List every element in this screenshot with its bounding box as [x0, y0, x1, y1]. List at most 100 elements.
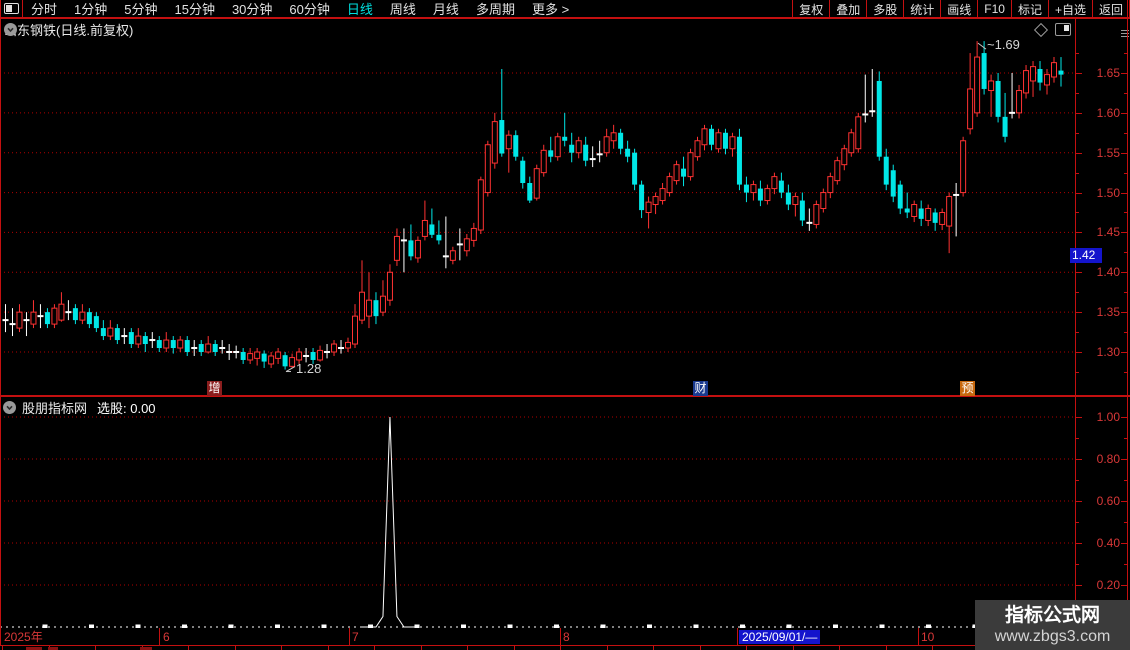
bottom-tick [95, 646, 96, 650]
toolbar-item-F10[interactable]: F10 [977, 0, 1011, 17]
divider [22, 0, 23, 17]
axis-minor-tick [1076, 371, 1079, 373]
toolbar-item-标记[interactable]: 标记 [1010, 0, 1048, 17]
axis-tick [1076, 417, 1082, 418]
axis-minor-tick [1076, 332, 1079, 334]
axis-minor-tick [1076, 564, 1079, 565]
bottom-tick [699, 646, 701, 650]
bottom-tick [653, 646, 654, 650]
bottom-tick [374, 646, 375, 650]
event-marker-预[interactable]: 预 [960, 381, 975, 396]
time-axis-divider [737, 628, 738, 645]
menu-item-30分钟[interactable]: 30分钟 [232, 0, 272, 18]
toolbar-item-复权[interactable]: 复权 [792, 0, 829, 17]
price-axis-label: 1.30 [1096, 344, 1120, 359]
event-marker-财[interactable]: 财 [693, 381, 708, 396]
axis-minor-tick [1076, 53, 1079, 55]
bottom-tick [746, 646, 747, 650]
bottom-tick [839, 646, 840, 650]
split-view-icon[interactable] [1055, 23, 1071, 36]
menu-item-月线[interactable]: 月线 [433, 0, 459, 18]
price-axis-label: 1.60 [1096, 105, 1120, 120]
axis-minor-tick [1076, 480, 1079, 481]
bottom-tick [885, 646, 887, 650]
menu-item-15分钟[interactable]: 15分钟 [174, 0, 214, 18]
toolbar-item-+自选[interactable]: +自选 [1047, 0, 1092, 17]
bottom-tick [792, 646, 794, 650]
current-price-tag: 1.42 [1070, 248, 1102, 264]
trading-terminal: 分时 1分钟 5分钟 15分钟 30分钟 60分钟 日线 周线 月线 多周期 更多 > 复权 叠加 多股… [0, 0, 1130, 650]
time-axis-divider [560, 628, 561, 645]
axis-tick [1076, 112, 1082, 114]
bottom-tick [932, 646, 933, 650]
toolbar-menu: 复权 叠加 多股 统计 画线 F10 标记 +自选 返回 [792, 0, 1130, 17]
divider [0, 0, 1, 17]
indicator-axis-label: 1.00 [1096, 410, 1120, 424]
period-menu: 分时 1分钟 5分钟 15分钟 30分钟 60分钟 日线 周线 月线 多周期 更多 > [31, 0, 792, 18]
menu-item-更多 >[interactable]: 更多 > [532, 0, 569, 18]
axis-minor-tick [1076, 172, 1079, 174]
indicator-axis-label: 0.80 [1096, 452, 1120, 466]
watermark: 指标公式网 www.zbgs3.com [975, 600, 1130, 650]
axis-tick [1076, 501, 1082, 502]
bottom-tick [281, 646, 282, 650]
bottom-tick [560, 646, 561, 650]
indicator-value-label: 选股: 0.00 [97, 401, 156, 416]
menu-item-60分钟[interactable]: 60分钟 [289, 0, 329, 18]
diamond-icon[interactable] [1033, 22, 1049, 37]
bottom-tick [234, 646, 236, 650]
bottom-tick [513, 646, 515, 650]
time-axis-divider [159, 628, 160, 645]
time-axis-label: 7 [352, 630, 359, 644]
time-axis: 2025年 6 7 8 2025/09/01/— 10 [0, 628, 1130, 645]
toolbar-item-叠加[interactable]: 叠加 [829, 0, 866, 17]
menu-item-周线[interactable]: 周线 [390, 0, 416, 18]
toolbar-item-统计[interactable]: 统计 [903, 0, 940, 17]
menu-item-分时[interactable]: 分时 [31, 0, 57, 18]
indicator-axis-label: 0.40 [1096, 536, 1120, 550]
axis-minor-tick [1076, 92, 1079, 94]
price-axis-label: 1.40 [1096, 265, 1120, 280]
event-marker-增[interactable]: 增 [207, 381, 222, 396]
bottom-tick [420, 646, 422, 650]
axis-border [1075, 18, 1076, 646]
time-axis-label: 8 [563, 630, 570, 644]
chevron-down-icon[interactable] [3, 401, 16, 414]
toolbar-item-返回[interactable]: 返回 [1091, 0, 1130, 17]
axis-tick [1076, 585, 1082, 586]
axis-tick [1076, 312, 1082, 314]
menu-item-日线[interactable]: 日线 [347, 0, 373, 18]
axis-tick [1076, 232, 1082, 234]
price-axis-label: 1.65 [1096, 66, 1120, 80]
axis-minor-tick [1076, 292, 1079, 294]
bottom-tick [188, 646, 189, 650]
split-window-icon[interactable] [4, 3, 19, 14]
axis-minor-tick [1076, 212, 1079, 214]
chevron-down-icon[interactable] [4, 23, 151, 36]
low-annotation: 1.28 [296, 361, 322, 376]
bottom-tick [2, 646, 3, 650]
indicator-chart[interactable] [0, 396, 1075, 628]
price-axis-label: 1.50 [1096, 185, 1120, 200]
menu-item-多周期[interactable]: 多周期 [476, 0, 515, 18]
time-axis-label: 10 [921, 630, 935, 644]
menu-item-1分钟[interactable]: 1分钟 [74, 0, 107, 18]
watermark-url: www.zbgs3.com [994, 627, 1111, 645]
time-axis-label: 6 [163, 630, 170, 644]
axis-minor-tick [1076, 522, 1079, 523]
watermark-title: 指标公式网 [1004, 604, 1100, 626]
bottom-tick [606, 646, 608, 650]
toolbar-item-多股[interactable]: 多股 [866, 0, 903, 17]
price-axis-label: 1.45 [1096, 225, 1120, 240]
axis-tick [1076, 459, 1082, 460]
time-axis-label: 2025年 [4, 630, 43, 644]
toolbar-item-画线[interactable]: 画线 [940, 0, 977, 17]
axis-tick [1076, 351, 1082, 353]
candlestick-chart[interactable] [0, 18, 1075, 396]
high-annotation: ~1.69 [987, 37, 1020, 52]
menu-item-5分钟[interactable]: 5分钟 [124, 0, 157, 18]
time-axis-divider [918, 628, 919, 645]
axis-minor-tick [1076, 438, 1079, 439]
axis-tick [1076, 73, 1082, 74]
bottom-tick [327, 646, 329, 650]
